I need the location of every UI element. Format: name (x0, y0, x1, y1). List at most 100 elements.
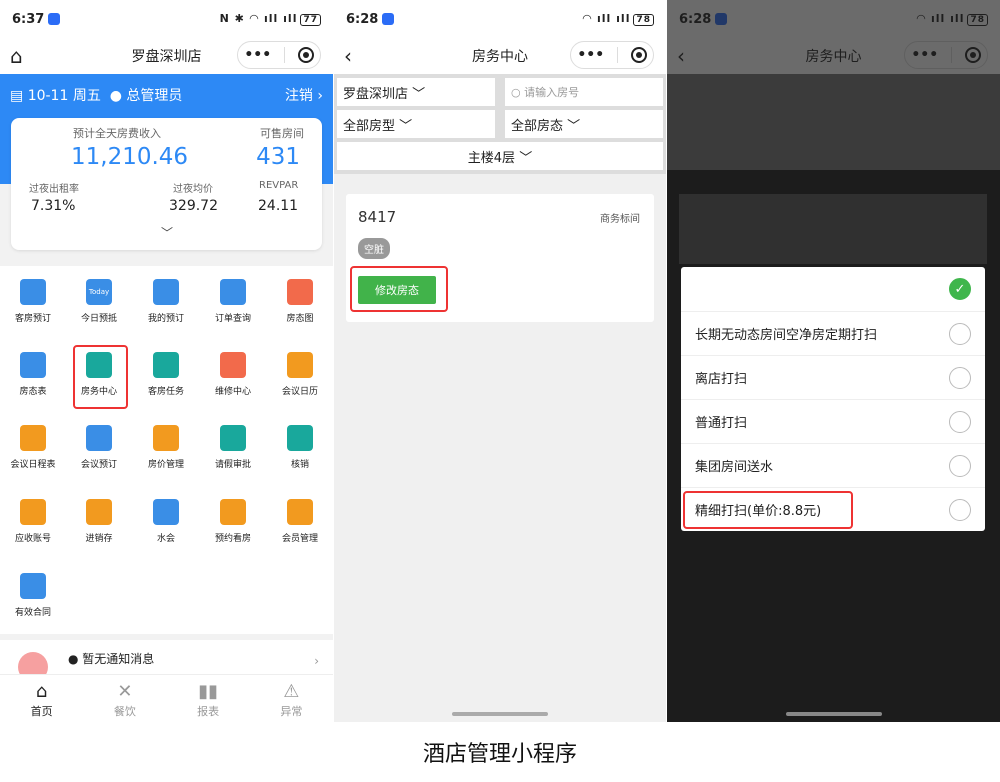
status-icons: ◠ ıll ıll 78 (917, 12, 988, 26)
option-label: 普通打扫 (695, 416, 748, 431)
calendar-clock-icon (20, 279, 46, 305)
grid-label: 房态表 (19, 387, 47, 397)
home-icon[interactable]: ⌂ (10, 44, 23, 68)
back-icon[interactable]: ‹ (677, 44, 685, 68)
avg-price-label: 过夜均价 (173, 184, 213, 195)
more-icon[interactable]: ••• (577, 47, 604, 63)
grid-item-member[interactable]: 会员管理 (267, 486, 333, 556)
room-number: 8417 (358, 208, 397, 226)
radio-button[interactable] (949, 410, 971, 433)
room-search-input[interactable]: ○ 请输入房号 (505, 78, 663, 106)
grid-item-booking[interactable]: 客房预订 (0, 266, 66, 336)
revpar-value: 24.11 (258, 198, 299, 214)
nav-bar: ‹ 房务中心 ••• (334, 38, 666, 74)
radio-button[interactable] (949, 454, 971, 477)
grid-item-order[interactable]: 订单查询 (200, 266, 266, 336)
back-icon[interactable]: ‹ (344, 44, 352, 68)
option-default[interactable]: ✓ (681, 267, 985, 311)
radio-button[interactable] (949, 322, 971, 345)
more-icon[interactable]: ••• (911, 47, 938, 63)
utensils-icon: ✕ (117, 681, 133, 702)
tab-alert[interactable]: ⚠ 异常 (250, 675, 333, 722)
calendar-check-icon (220, 279, 246, 305)
search-icon: ○ (511, 85, 525, 99)
grid-item-writeoff[interactable]: 核销 (267, 412, 333, 482)
grid-label: 订单查询 (214, 314, 251, 324)
grid-item-my-booking[interactable]: 我的预订 (133, 266, 199, 336)
option-row[interactable]: 普通打扫 (681, 399, 985, 443)
grid-label: 会议日历 (281, 387, 318, 397)
status-time: 6:37 (12, 11, 45, 27)
logout-link[interactable]: 注销 › (285, 85, 323, 105)
close-mini-icon[interactable] (964, 47, 981, 63)
grid-item-arrival[interactable]: Today 今日预抵 (66, 266, 132, 336)
grid-label: 水会 (156, 534, 175, 544)
yen-icon (20, 499, 46, 525)
grid-label: 进销存 (85, 534, 113, 544)
grid-label: 房态图 (286, 314, 314, 324)
grid-item-receivable[interactable]: 应收账号 (0, 486, 66, 556)
status-modal-screen: 6:28 ◠ ıll ıll 78 ‹ 房务中心 ••• ✓ 长期无动态房间空净房… (667, 0, 1000, 722)
grid-item-meeting-cal[interactable]: 会议日历 (267, 339, 333, 409)
grid-label: 我的预订 (147, 314, 184, 324)
home-indicator (452, 712, 548, 716)
close-mini-icon[interactable] (297, 47, 314, 63)
occupancy-label: 过夜出租率 (29, 184, 79, 195)
room-state-select[interactable]: 全部房态 ﹀ (505, 110, 663, 138)
room-type-select[interactable]: 全部房型 ﹀ (337, 110, 495, 138)
option-row[interactable]: 集团房间送水 (681, 443, 985, 487)
broom-icon (153, 352, 179, 378)
grid-label: 会议日程表 (10, 460, 56, 470)
home-screen: 6:37 N ✱ ◠ ıll ıll 77 ⌂ 罗盘深圳店 ••• ▤ 10-11… (0, 0, 333, 722)
grid-item-viewing[interactable]: 预约看房 (200, 486, 266, 556)
floor-select[interactable]: 主楼4层 ﹀ (337, 142, 663, 170)
function-grid: 客房预订 Today 今日预抵 我的预订 订单查询 房态图 房态表 房务中心 客房… (0, 266, 333, 634)
grid-item-room-map[interactable]: 房态图 (267, 266, 333, 336)
grid-item-leave[interactable]: 请假审批 (200, 412, 266, 482)
room-card[interactable]: 8417 商务标间 空脏 修改房态 (346, 194, 654, 322)
grid-item-contract[interactable]: 有效合同 (0, 560, 66, 630)
grid-label: 今日预抵 (80, 314, 117, 324)
page-title: 罗盘深圳店 (131, 49, 202, 65)
house-clock-icon (220, 499, 246, 525)
radio-button[interactable] (949, 366, 971, 389)
today-badge: Today (88, 288, 110, 296)
grid-label: 维修中心 (214, 387, 251, 397)
close-mini-icon[interactable] (630, 47, 647, 63)
tab-dining[interactable]: ✕ 餐饮 (83, 675, 166, 722)
revpar-label: REVPAR (259, 180, 299, 191)
store-select[interactable]: 罗盘深圳店 ﹀ (337, 78, 495, 106)
rooms-value: 431 (256, 144, 300, 170)
grid-item-price[interactable]: 房价管理 (133, 412, 199, 482)
grid-item-room-table[interactable]: 房态表 (0, 339, 66, 409)
option-row[interactable]: 离店打扫 (681, 355, 985, 399)
capsule-menu[interactable]: ••• (904, 41, 988, 69)
bar-chart-icon: ▮▮ (198, 681, 219, 702)
tab-home[interactable]: ⌂ 首页 (0, 675, 83, 722)
radio-button[interactable] (949, 498, 971, 521)
grid-item-inventory[interactable]: 进销存 (66, 486, 132, 556)
calendar-check-icon (153, 279, 179, 305)
capsule-menu[interactable]: ••• (237, 41, 321, 69)
tab-report[interactable]: ▮▮ 报表 (167, 675, 250, 722)
check-icon[interactable]: ✓ (949, 278, 971, 300)
calendar-icon (20, 425, 46, 451)
grid-item-meeting-schedule[interactable]: 会议日程表 (0, 412, 66, 482)
option-row[interactable]: 长期无动态房间空净房定期打扫 (681, 311, 985, 355)
date-info: ▤ 10-11 周五 ● 总管理员 (10, 88, 183, 104)
chevron-down-icon[interactable]: ﹀ (161, 224, 173, 241)
calendar-approve-icon (220, 425, 246, 451)
dimmed-filters (667, 74, 1000, 170)
revenue-label: 预计全天房费收入 (73, 127, 161, 140)
user-role: 总管理员 (126, 88, 183, 104)
option-label: 集团房间送水 (695, 460, 774, 475)
page-title: 房务中心 (805, 49, 862, 65)
room-type-value: 全部房型 (343, 118, 396, 134)
grid-item-spa[interactable]: 水会 (133, 486, 199, 556)
highlight-box (683, 491, 853, 529)
grid-item-meeting-booking[interactable]: 会议预订 (66, 412, 132, 482)
grid-item-room-task[interactable]: 客房任务 (133, 339, 199, 409)
more-icon[interactable]: ••• (244, 47, 271, 63)
capsule-menu[interactable]: ••• (570, 41, 654, 69)
grid-item-repair[interactable]: 维修中心 (200, 339, 266, 409)
